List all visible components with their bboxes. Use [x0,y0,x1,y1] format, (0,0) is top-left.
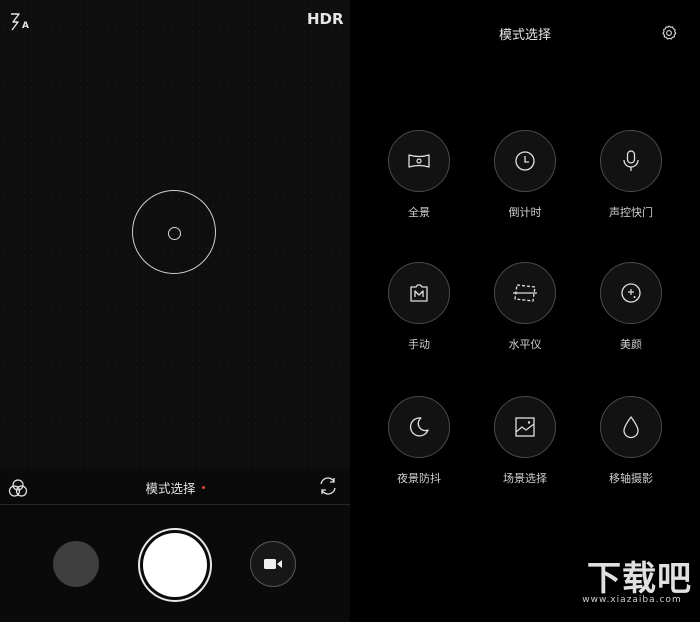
panorama-icon [408,154,430,168]
mode-scene[interactable]: 场景选择 [480,396,570,486]
microphone-icon [623,150,639,171]
mode-manual[interactable]: 手动 [374,262,464,352]
mode-level-label: 水平仪 [508,338,542,351]
mode-tilt-shift-label: 移轴摄影 [609,472,653,485]
bottom-divider [0,504,350,505]
site-watermark: 下载吧 www.xiazaiba.com [552,561,692,605]
mode-night-stabilize[interactable]: 夜景防抖 [374,396,464,486]
camera-switch-button[interactable] [317,475,339,501]
watermark-logo-text: 下载吧 [587,559,692,599]
beauty-icon [621,283,641,303]
mode-voice-shutter[interactable]: 声控快门 [586,130,676,220]
mode-manual-circle [388,262,450,324]
focus-point [168,227,181,240]
mode-countdown-label: 倒计时 [508,206,542,219]
mode-beauty-label: 美颜 [620,338,642,351]
camera-pane: A HDR 模式选择 [0,0,350,622]
clock-icon [515,151,535,171]
mode-night-stabilize-circle [388,396,450,458]
mode-scene-label: 场景选择 [503,472,547,485]
mode-panorama-label: 全景 [408,206,430,219]
mode-beauty-circle [600,262,662,324]
flash-mode-label: A [22,21,29,31]
mode-voice-shutter-circle [600,130,662,192]
flash-icon [11,13,20,31]
mode-countdown-circle [494,130,556,192]
mode-bar: 模式选择 [0,470,350,504]
mode-indicator-dot [201,486,205,489]
shutter-button[interactable] [143,533,207,597]
level-icon [513,284,537,302]
moon-icon [409,417,429,437]
mode-countdown[interactable]: 倒计时 [480,130,570,220]
flash-button[interactable]: A [9,11,35,31]
mode-tilt-shift-circle [600,396,662,458]
video-camera-icon [264,559,282,569]
mode-level-circle [494,262,556,324]
droplet-icon [623,416,639,439]
watermark-url: www.xiazaiba.com [582,595,682,605]
gallery-thumbnail[interactable] [53,541,99,587]
mode-voice-shutter-label: 声控快门 [609,206,653,219]
scene-icon [515,417,535,437]
mode-selection-panel: 模式选择 全景 倒计时 声控快门 手动 水平仪 美颜 夜景防抖 场景选择 移轴摄… [350,0,700,622]
mode-beauty[interactable]: 美颜 [586,262,676,352]
manual-icon [410,284,428,302]
camera-switch-icon [320,477,336,495]
mode-panorama[interactable]: 全景 [374,130,464,220]
mode-scene-circle [494,396,556,458]
mode-night-stabilize-label: 夜景防抖 [397,472,441,485]
hdr-button[interactable]: HDR [307,10,344,28]
mode-grid: 全景 倒计时 声控快门 手动 水平仪 美颜 夜景防抖 场景选择 移轴摄影 [350,0,700,622]
mode-select-button[interactable]: 模式选择 [0,478,350,497]
mode-select-label: 模式选择 [145,481,196,496]
mode-tilt-shift[interactable]: 移轴摄影 [586,396,676,486]
video-button[interactable] [250,541,296,587]
mode-panorama-circle [388,130,450,192]
mode-manual-label: 手动 [408,338,430,351]
mode-level[interactable]: 水平仪 [480,262,570,352]
